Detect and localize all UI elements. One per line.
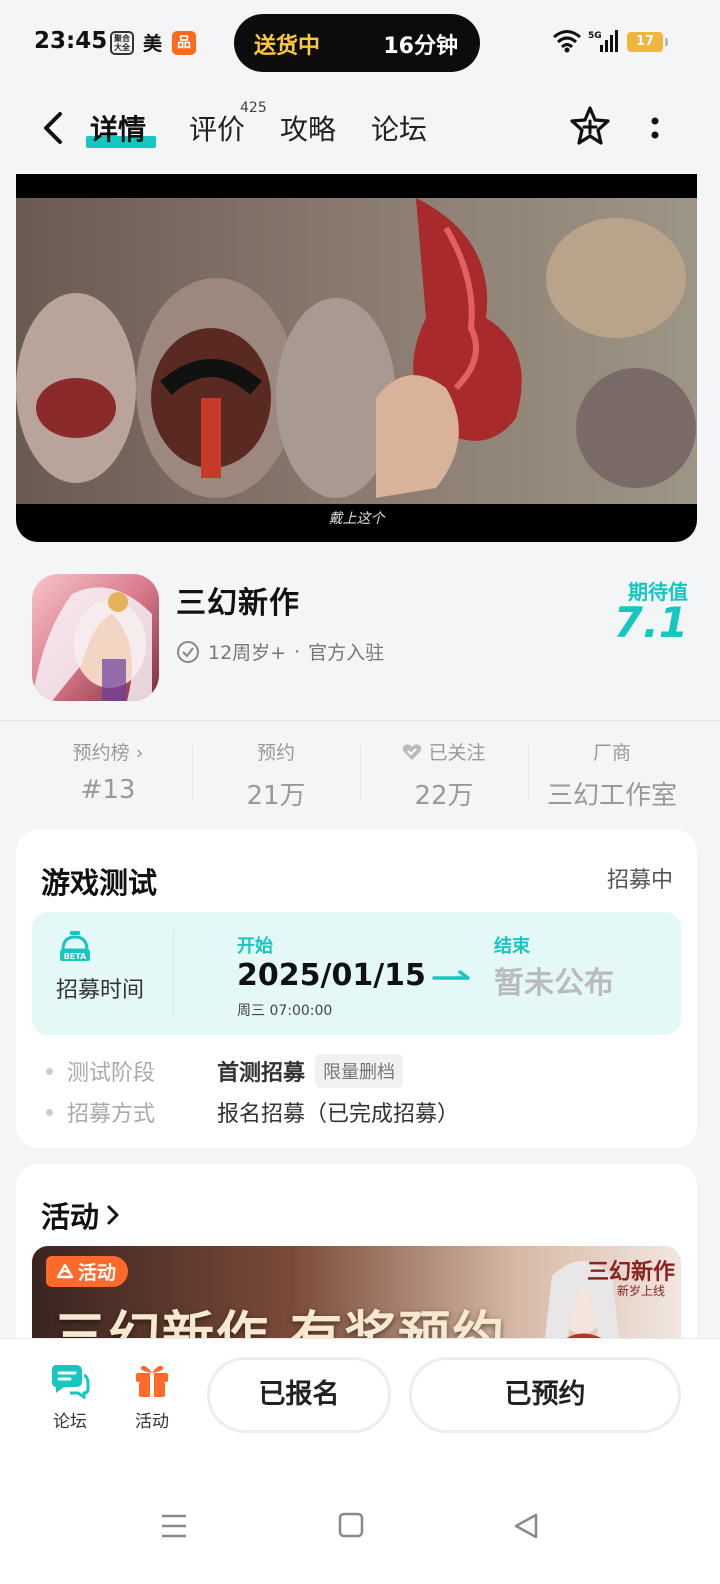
end-value: 暂未公布 [494, 966, 614, 1001]
recruit-time-label: 招募时间 [56, 978, 145, 1003]
stat-value: #13 [80, 775, 136, 805]
stat-value: 22万 [414, 781, 474, 811]
home-key-icon[interactable] [338, 1512, 364, 1538]
status-time: 23:45 [34, 28, 108, 54]
add-favorite-star-icon[interactable] [568, 104, 612, 148]
signed-up-button[interactable]: 已报名 [207, 1357, 391, 1433]
stat-value: 三幻工作室 [546, 781, 677, 811]
forum-chat-icon [52, 1365, 90, 1399]
tab-details[interactable]: 详情 [90, 108, 146, 148]
tab-forum[interactable]: 论坛 [371, 108, 427, 148]
activity-tag-icon [56, 1263, 74, 1278]
delivery-live-pill[interactable]: 送货中 16分钟 [234, 14, 480, 72]
banner-subtitle: 新岁上线 [617, 1284, 666, 1298]
activity-tag: 活动 [46, 1256, 129, 1287]
more-options-icon[interactable] [645, 110, 665, 146]
end-label: 结束 [494, 936, 530, 957]
start-label: 开始 [237, 936, 273, 957]
activity-label: 活动 [135, 1412, 169, 1432]
gift-icon [136, 1365, 168, 1397]
beta-icon: BETA [60, 931, 90, 961]
recruit-status: 招募中 [606, 868, 673, 893]
stat-value: 21万 [246, 781, 306, 811]
arrow-right-icon [432, 970, 470, 980]
heart-check-icon [403, 744, 422, 760]
row-key: 招募方式 [67, 1102, 156, 1127]
stat-label: 预约榜 › [72, 742, 144, 764]
stage-tag: 限量删档 [315, 1054, 404, 1088]
meituan-notification-icon: 美 [143, 33, 163, 55]
bullet-dot [46, 1108, 53, 1116]
status-bar: 23:45 聚合 大全 美 品 送货中 16分钟 5G 17 [0, 0, 720, 86]
wifi-icon [553, 30, 581, 53]
system-nav-bar [0, 1508, 720, 1548]
forum-label: 论坛 [53, 1412, 87, 1432]
back-arrow-icon[interactable] [36, 106, 70, 150]
activity-card: 活动 活动 三幻新作 有奖预约 三幻新作 新岁上线 [16, 1164, 697, 1364]
stat-developer[interactable]: 厂商 三幻工作室 [528, 738, 696, 811]
reviews-count-badge: 425 [240, 100, 267, 116]
recruit-method-row: 招募方式 报名招募（已完成招募） [46, 1096, 459, 1128]
back-key-icon[interactable] [512, 1512, 540, 1540]
stat-label: 厂商 [592, 742, 631, 764]
row-key: 测试阶段 [67, 1061, 156, 1086]
meta-separator: · [294, 640, 301, 663]
row-value: 首测招募 [217, 1061, 306, 1086]
stat-label-text: 已关注 [428, 742, 486, 764]
menu-key-icon[interactable] [160, 1512, 188, 1540]
chevron-right-icon [107, 1205, 119, 1225]
tab-reviews[interactable]: 评价 [189, 108, 245, 148]
shop-notification-icon: 品 [172, 31, 196, 55]
svg-text:5G: 5G [588, 31, 602, 41]
stat-followers: 已关注 22万 [360, 738, 528, 811]
official-label: 官方入驻 [308, 642, 385, 664]
age-rating: 12周岁+ [208, 642, 287, 664]
delivery-eta: 16分钟 [383, 34, 458, 59]
card-title: 游戏测试 [41, 866, 158, 900]
start-day-time: 周三 07:00:00 [237, 1003, 333, 1019]
video-frame [16, 198, 697, 504]
svg-text:BETA: BETA [64, 952, 87, 961]
tab-guides[interactable]: 攻略 [280, 108, 336, 148]
activity-header[interactable]: 活动 [41, 1194, 121, 1236]
activity-shortcut[interactable]: 活动 [122, 1361, 182, 1432]
game-app-icon [32, 574, 159, 701]
battery-icon: 17 [627, 32, 668, 52]
signal-icon: 5G [588, 30, 618, 52]
test-stage-row: 测试阶段 首测招募 限量删档 [46, 1054, 404, 1088]
section-divider [0, 720, 720, 721]
game-meta: 12周岁+ · 官方入驻 [176, 638, 384, 665]
delivery-status: 送货中 [254, 34, 321, 59]
stat-rank[interactable]: 预约榜 › #13 [24, 738, 192, 810]
start-date: 2025/01/15 [237, 958, 426, 993]
reserved-button[interactable]: 已预约 [409, 1357, 681, 1433]
game-test-card: 游戏测试 招募中 BETA 招募时间 开始 2025/01/15 周三 07:0… [16, 830, 697, 1148]
top-nav: 详情 评价 425 攻略 论坛 [0, 86, 720, 172]
verified-check-icon [177, 640, 199, 663]
game-title: 三幻新作 [176, 586, 300, 621]
bullet-dot [46, 1067, 53, 1075]
expect-score: 7.1 [613, 598, 688, 647]
recruit-time-box: BETA 招募时间 开始 2025/01/15 周三 07:00:00 结束 暂… [32, 912, 681, 1035]
time-box-divider [173, 930, 174, 1016]
stat-label: 预约 [256, 742, 295, 764]
video-subtitle: 戴上这个 [328, 511, 385, 527]
row-value: 报名招募（已完成招募） [217, 1102, 460, 1127]
trailer-video[interactable]: 戴上这个 [16, 174, 697, 542]
stats-row: 预约榜 › #13 预约 21万 已关注 22万 厂商 三幻工作室 [24, 738, 696, 811]
stat-reservations: 预约 21万 [192, 738, 360, 811]
forum-shortcut[interactable]: 论坛 [40, 1361, 100, 1432]
activity-title: 活动 [41, 1200, 100, 1234]
app-notification-icon: 聚合 大全 [110, 31, 134, 55]
stat-label: 已关注 [360, 738, 528, 765]
activity-tag-label: 活动 [78, 1262, 117, 1284]
